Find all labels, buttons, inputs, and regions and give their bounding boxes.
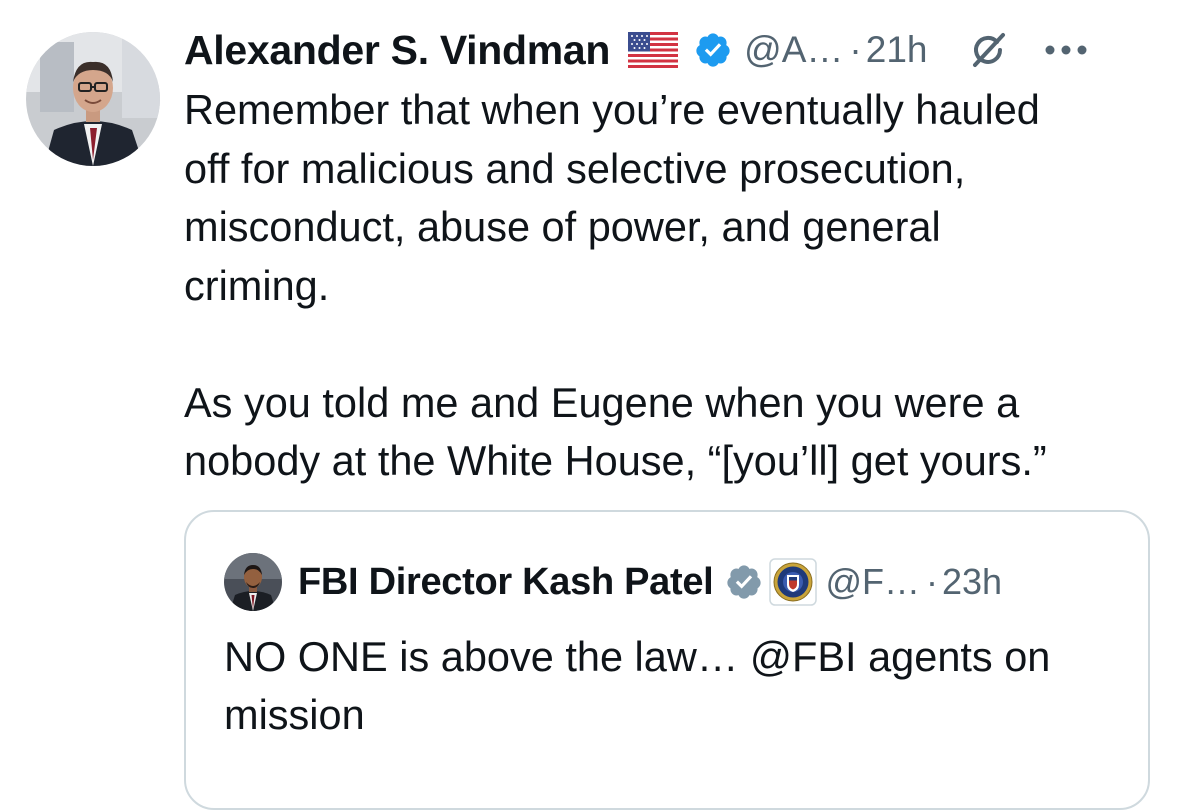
quoted-author-avatar-image (224, 553, 282, 611)
quoted-author-handle[interactable]: @F… (825, 561, 920, 603)
fbi-seal-icon[interactable] (769, 558, 818, 606)
author-avatar[interactable] (26, 32, 160, 166)
grok-icon[interactable] (967, 29, 1009, 71)
us-flag-icon (628, 32, 679, 68)
quoted-tweet-text: NO ONE is above the law… @FBI agents on … (224, 633, 1051, 738)
author-name[interactable]: Alexander S. Vindman (184, 27, 610, 74)
header-separator: · (849, 29, 862, 70)
quoted-header-separator: · (926, 561, 938, 602)
quoted-author-name[interactable]: FBI Director Kash Patel (298, 561, 714, 604)
author-avatar-image (26, 32, 160, 166)
tweet-header: Alexander S. Vindman @A… · 21h (184, 22, 1089, 78)
tweet-text: Remember that when you’re eventually hau… (184, 86, 1047, 484)
quoted-tweet-card[interactable]: FBI Director Kash Patel @F… · 23h NO ONE… (184, 510, 1150, 810)
verified-gray-check-icon[interactable] (725, 563, 763, 601)
tweet-timestamp[interactable]: 21h (866, 29, 928, 71)
verified-blue-check-icon[interactable] (694, 31, 732, 69)
quoted-tweet-header: FBI Director Kash Patel @F… · 23h (224, 550, 1002, 614)
quoted-author-avatar[interactable] (224, 553, 282, 611)
quoted-tweet-timestamp[interactable]: 23h (942, 561, 1002, 603)
author-handle[interactable]: @A… (744, 29, 843, 71)
more-options-icon[interactable] (1043, 43, 1089, 57)
